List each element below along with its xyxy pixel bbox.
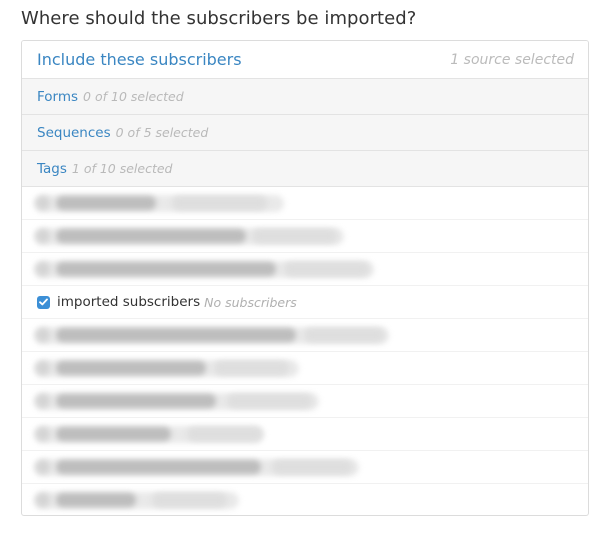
panel-header: Include these subscribers 1 source selec… (22, 41, 588, 79)
redacted-tag-count (187, 427, 262, 441)
redacted-tag-count (172, 196, 267, 210)
redacted-tag-count (152, 493, 227, 507)
redacted-tag-count (214, 361, 289, 375)
include-subscribers-panel: Include these subscribers 1 source selec… (21, 40, 589, 516)
imported-subscribers-checkbox[interactable] (37, 295, 50, 309)
tag-name: imported subscribers (57, 294, 201, 310)
tag-row-redacted[interactable] (22, 253, 588, 286)
section-tags-count: 1 of 10 selected (71, 161, 173, 176)
redacted-tag-count (227, 394, 312, 408)
section-sequences-count: 0 of 5 selected (115, 125, 209, 140)
section-sequences-label: Sequences (37, 124, 111, 141)
tag-row-redacted[interactable] (22, 385, 588, 418)
redacted-checkbox (36, 262, 50, 276)
redacted-tag-name (56, 493, 136, 507)
redacted-tag-name (56, 196, 156, 210)
redacted-tag-name (56, 427, 171, 441)
section-forms[interactable]: Forms 0 of 10 selected (22, 79, 588, 115)
redacted-tag-name (56, 262, 276, 276)
redacted-checkbox (36, 361, 50, 375)
section-sequences[interactable]: Sequences 0 of 5 selected (22, 115, 588, 151)
redacted-checkbox (36, 460, 50, 474)
redacted-tag-name (56, 361, 206, 375)
import-question-heading: Where should the subscribers be imported… (21, 8, 417, 29)
redacted-tag-name (56, 229, 246, 243)
tag-row-redacted[interactable] (22, 451, 588, 484)
redacted-tag-name (56, 394, 216, 408)
tag-list: imported subscribers No subscribers (22, 187, 588, 515)
tag-row-redacted[interactable] (22, 319, 588, 352)
tag-row-redacted[interactable] (22, 220, 588, 253)
import-subscribers-page: Where should the subscribers be imported… (0, 0, 612, 536)
redacted-tag-name (56, 460, 261, 474)
redacted-checkbox (36, 493, 50, 507)
tag-row-imported-subscribers[interactable]: imported subscribers No subscribers (22, 286, 588, 319)
checkmark-icon (39, 298, 48, 306)
redacted-checkbox (36, 196, 50, 210)
section-tags-label: Tags (37, 160, 67, 177)
redacted-checkbox (36, 427, 50, 441)
redacted-checkbox (36, 328, 50, 342)
tag-row-redacted[interactable] (22, 352, 588, 385)
tag-subscriber-count: No subscribers (204, 294, 297, 310)
redacted-tag-count (304, 328, 384, 342)
redacted-checkbox (36, 229, 50, 243)
tag-row-redacted[interactable] (22, 187, 588, 220)
source-selected-count: 1 source selected (450, 51, 574, 68)
include-subscribers-title: Include these subscribers (37, 50, 242, 69)
section-forms-count: 0 of 10 selected (83, 89, 184, 104)
section-forms-label: Forms (37, 88, 79, 105)
tag-row-redacted[interactable] (22, 418, 588, 451)
redacted-checkbox (36, 394, 50, 408)
redacted-tag-count (252, 229, 337, 243)
redacted-tag-count (284, 262, 369, 276)
tag-row-redacted[interactable] (22, 484, 588, 515)
section-tags[interactable]: Tags 1 of 10 selected (22, 151, 588, 187)
redacted-tag-count (272, 460, 352, 474)
redacted-tag-name (56, 328, 296, 342)
